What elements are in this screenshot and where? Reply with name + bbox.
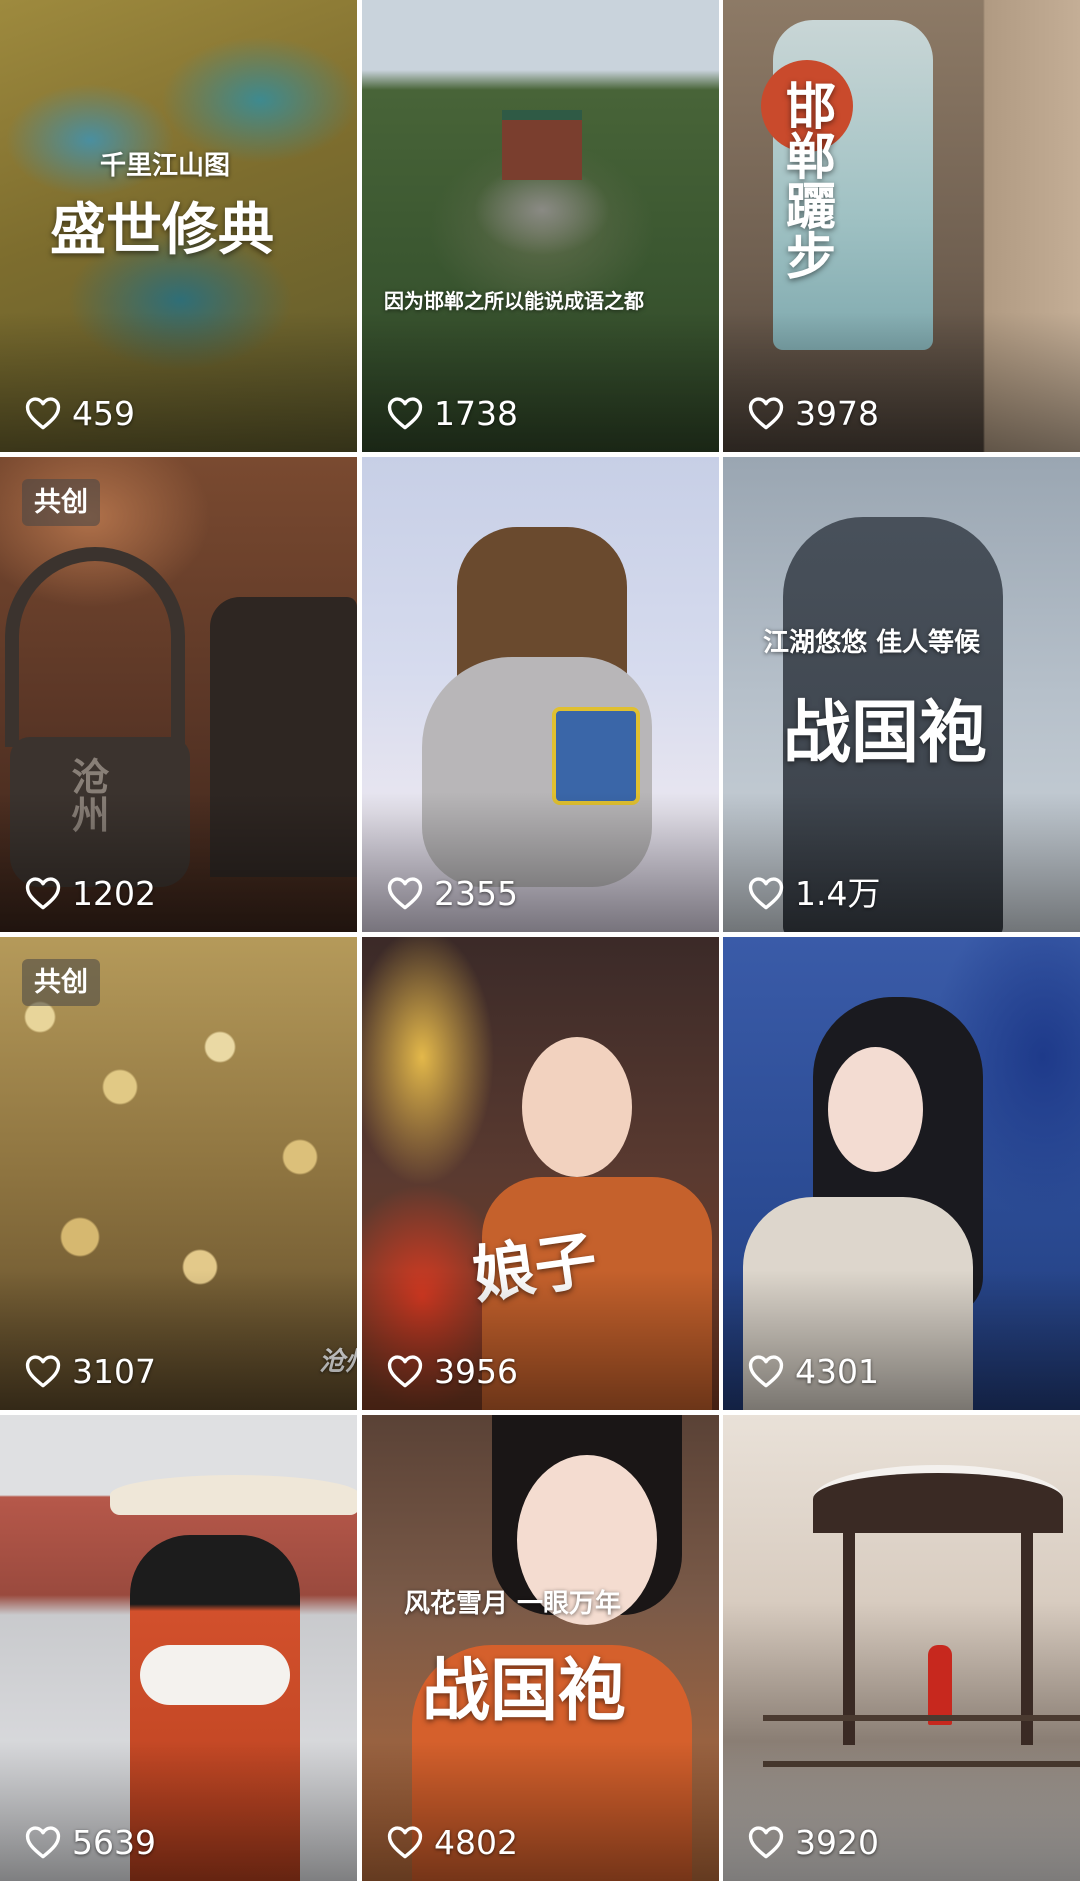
like-count-value: 1.4万: [795, 873, 881, 913]
like-count-value: 3920: [795, 1822, 879, 1862]
heart-outline-icon: [748, 1355, 784, 1388]
video-tile-8[interactable]: 娘子 3956: [362, 937, 719, 1410]
video-subtitle: 风花雪月 一眼万年: [404, 1589, 622, 1619]
heart-outline-icon: [25, 877, 61, 910]
heart-outline-icon: [748, 397, 784, 430]
like-count-value: 1738: [434, 393, 518, 433]
thumbnail-fur-collar: [140, 1645, 290, 1705]
like-count: 3920: [747, 1825, 879, 1859]
video-title: 邯郸躧步: [778, 80, 837, 280]
like-count-value: 459: [72, 393, 135, 433]
like-count-value: 4802: [434, 1822, 518, 1862]
video-subtitle: 因为邯郸之所以能说成语之都: [384, 289, 644, 313]
heart-outline-icon: [387, 1826, 423, 1859]
like-count: 1.4万: [747, 876, 880, 910]
heart-outline-icon: [387, 1355, 423, 1388]
co-creation-badge: 共创: [22, 479, 100, 526]
video-tile-6[interactable]: 江湖悠悠 佳人等候 战国袍 1.4万: [723, 457, 1080, 932]
like-count-value: 2355: [434, 873, 518, 913]
thumbnail-woman-face: [522, 1037, 632, 1177]
like-count: 2355: [386, 876, 518, 910]
thumbnail-red-figure: [928, 1645, 952, 1725]
heart-outline-icon: [387, 877, 423, 910]
video-tile-5[interactable]: 2355: [362, 457, 719, 932]
like-count-value: 4301: [795, 1351, 879, 1391]
thumbnail-paper-umbrella: [110, 1475, 357, 1515]
thumbnail-pavilion-shape: [502, 110, 582, 180]
video-tile-11[interactable]: 风花雪月 一眼万年 战国袍 4802: [362, 1415, 719, 1881]
heart-outline-icon: [748, 877, 784, 910]
like-count: 4301: [747, 1354, 879, 1388]
video-subtitle: 江湖悠悠 佳人等候: [763, 628, 981, 658]
like-count: 5639: [24, 1825, 156, 1859]
heart-outline-icon: [748, 1826, 784, 1859]
like-count: 4802: [386, 1825, 518, 1859]
like-count-value: 3956: [434, 1351, 518, 1391]
thumbnail-saddle: [552, 707, 640, 805]
video-title: 战国袍: [422, 1651, 627, 1731]
thumbnail-woman-face: [828, 1047, 923, 1172]
like-count: 3107: [24, 1354, 156, 1388]
like-count-value: 3978: [795, 393, 879, 433]
video-tile-1[interactable]: 千里江山图 盛世修典 459: [0, 0, 357, 452]
video-subtitle: 千里江山图: [100, 151, 231, 181]
video-title: 战国袍: [783, 693, 988, 773]
video-tile-9[interactable]: 4301: [723, 937, 1080, 1410]
thumbnail-teapot-handle: [5, 547, 185, 747]
video-tile-3[interactable]: 邯郸躧步 3978: [723, 0, 1080, 452]
heart-outline-icon: [25, 397, 61, 430]
like-count: 459: [24, 396, 135, 430]
like-count: 1738: [386, 396, 518, 430]
video-tile-12[interactable]: 3920: [723, 1415, 1080, 1881]
video-tile-2[interactable]: 因为邯郸之所以能说成语之都 1738: [362, 0, 719, 452]
like-count: 1202: [24, 876, 156, 910]
video-tile-7[interactable]: 共创 沧州 3107: [0, 937, 357, 1410]
heart-outline-icon: [387, 397, 423, 430]
heart-outline-icon: [25, 1826, 61, 1859]
thumbnail-pavilion-roof: [813, 1465, 1063, 1533]
video-tile-10[interactable]: 5639: [0, 1415, 357, 1881]
video-tile-4[interactable]: 沧州 共创 1202: [0, 457, 357, 932]
video-title: 盛世修典: [50, 197, 274, 263]
like-count-value: 3107: [72, 1351, 156, 1391]
heart-outline-icon: [25, 1355, 61, 1388]
co-creation-badge: 共创: [22, 959, 100, 1006]
like-count-value: 1202: [72, 873, 156, 913]
like-count: 3978: [747, 396, 879, 430]
video-grid: 千里江山图 盛世修典 459 因为邯郸之所以能说成语之都 1738 邯郸躧步 3…: [0, 0, 1080, 1881]
like-count: 3956: [386, 1354, 518, 1388]
like-count-value: 5639: [72, 1822, 156, 1862]
